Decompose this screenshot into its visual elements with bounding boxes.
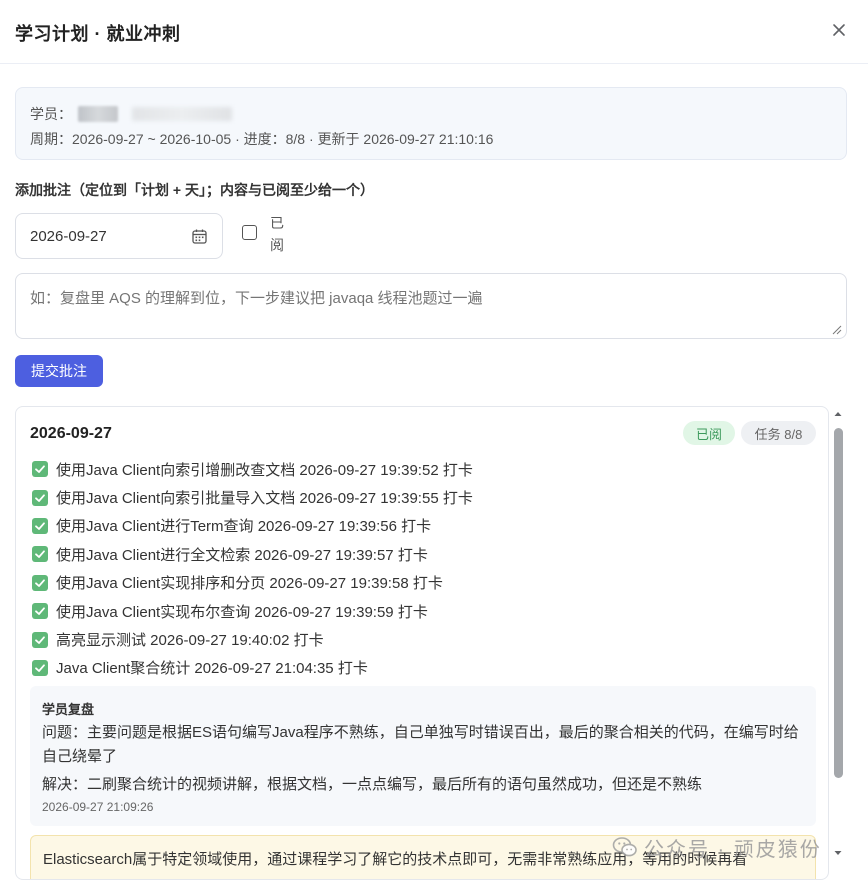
date-picker[interactable]: 2026-09-27: [15, 213, 223, 259]
annotation-textarea[interactable]: [15, 273, 847, 339]
review-solution: 解决：二刷聚合统计的视频讲解，根据文档，一点点编写，最后所有的语句虽然成功，但还…: [42, 776, 703, 793]
watermark: 公众号 · 顽皮猿份: [612, 830, 822, 864]
review-timestamp: 2026-09-27 21:09:26: [42, 800, 154, 814]
student-name-redacted: [78, 106, 118, 122]
read-checkbox-label: 已阅: [270, 215, 284, 253]
task-item: 使用Java Client实现布尔查询 2026-09-27 19:39:59 …: [32, 597, 473, 625]
student-row: 学员：: [30, 104, 232, 124]
task-item: 使用Java Client进行全文检索 2026-09-27 19:39:57 …: [32, 540, 473, 568]
task-text: 使用Java Client实现排序和分页 2026-09-27 19:39:58…: [56, 575, 443, 593]
task-item: 使用Java Client实现排序和分页 2026-09-27 19:39:58…: [32, 569, 473, 597]
period-progress-line: 周期：2026-09-27 ~ 2026-10-05 · 进度：8/8 · 更新…: [30, 131, 494, 147]
close-icon: [833, 24, 845, 36]
date-value: 2026-09-27: [30, 227, 107, 245]
student-review: 学员复盘 问题：主要问题是根据ES语句编写Java程序不熟练，自己单独写时错误百…: [30, 686, 816, 826]
check-icon: [32, 603, 48, 620]
task-count-badge: 任务 8/8: [741, 421, 816, 445]
task-item: 使用Java Client向索引批量导入文档 2026-09-27 19:39:…: [32, 483, 473, 511]
check-icon: [32, 517, 48, 534]
check-icon: [32, 659, 48, 676]
task-text: 使用Java Client进行Term查询 2026-09-27 19:39:5…: [56, 518, 432, 536]
check-icon: [32, 461, 48, 478]
dialog-header: 学习计划 · 就业冲刺: [0, 0, 868, 64]
review-title: 学员复盘: [42, 702, 95, 717]
task-list: 使用Java Client向索引增删改查文档 2026-09-27 19:39:…: [32, 455, 473, 682]
submit-annotation-button[interactable]: 提交批注: [15, 355, 103, 387]
review-problem: 问题：主要问题是根据ES语句编写Java程序不熟练，自己单独写时错误百出，最后的…: [42, 724, 799, 765]
resize-grip-icon[interactable]: [832, 325, 842, 335]
wechat-icon: [612, 834, 638, 860]
student-label: 学员：: [30, 106, 72, 122]
check-icon: [32, 574, 48, 591]
plan-info-panel: 学员： 周期：2026-09-27 ~ 2026-10-05 · 进度：8/8 …: [15, 87, 847, 160]
student-id-redacted: [132, 107, 232, 121]
scroll-up-arrow-icon[interactable]: [833, 409, 843, 419]
task-text: 高亮显示测试 2026-09-27 19:40:02 打卡: [56, 632, 324, 650]
task-item: 高亮显示测试 2026-09-27 19:40:02 打卡: [32, 625, 473, 653]
task-text: 使用Java Client向索引增删改查文档 2026-09-27 19:39:…: [56, 461, 473, 479]
check-icon: [32, 489, 48, 506]
task-item: 使用Java Client进行Term查询 2026-09-27 19:39:5…: [32, 512, 473, 540]
calendar-icon[interactable]: [191, 228, 208, 245]
task-item: Java Client聚合统计 2026-09-27 21:04:35 打卡: [32, 654, 473, 682]
day-date: 2026-09-27: [30, 425, 112, 442]
add-annotation-label: 添加批注（定位到「计划 + 天」；内容与已阅至少给一个）: [15, 182, 374, 198]
task-text: 使用Java Client实现布尔查询 2026-09-27 19:39:59 …: [56, 603, 428, 621]
check-icon: [32, 546, 48, 563]
scrollbar-thumb[interactable]: [834, 428, 843, 778]
read-checkbox[interactable]: [242, 225, 257, 240]
watermark-text: 公众号 · 顽皮猿份: [644, 838, 822, 861]
check-icon: [32, 631, 48, 648]
task-text: Java Client聚合统计 2026-09-27 21:04:35 打卡: [56, 660, 368, 678]
dialog-title: 学习计划 · 就业冲刺: [15, 24, 181, 44]
read-status-badge: 已阅: [683, 421, 735, 445]
day-card: 2026-09-27 已阅 任务 8/8 使用Java Client向索引增删改…: [15, 406, 829, 880]
task-text: 使用Java Client向索引批量导入文档 2026-09-27 19:39:…: [56, 490, 473, 508]
task-item: 使用Java Client向索引增删改查文档 2026-09-27 19:39:…: [32, 455, 473, 483]
close-button[interactable]: [830, 21, 848, 39]
scroll-down-arrow-icon[interactable]: [833, 848, 843, 858]
task-text: 使用Java Client进行全文检索 2026-09-27 19:39:57 …: [56, 546, 428, 564]
